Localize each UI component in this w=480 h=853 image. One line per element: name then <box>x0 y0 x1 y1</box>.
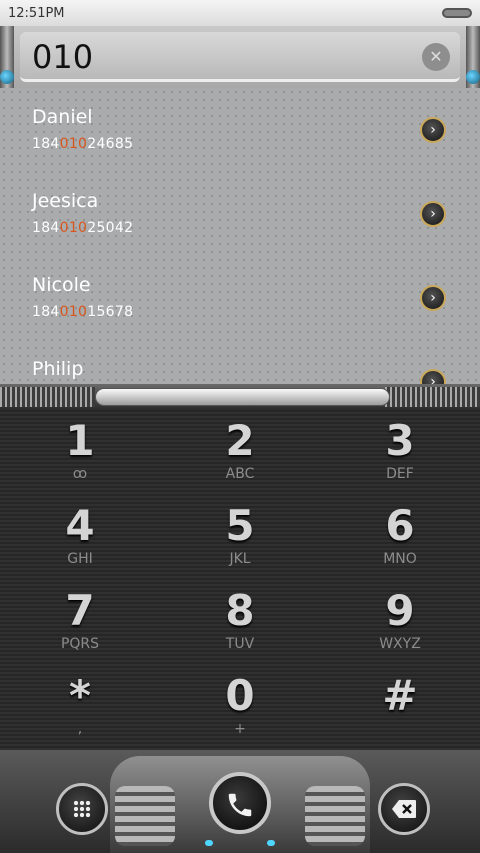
key-4[interactable]: 4 GHI <box>0 495 160 580</box>
contact-number: 18401025042 <box>32 220 134 236</box>
contact-number: 18401015678 <box>32 304 134 320</box>
key-letters: WXYZ <box>379 636 421 652</box>
contact-number: 18401024685 <box>32 136 134 152</box>
key-letters: MNO <box>383 551 417 567</box>
contact-row[interactable]: Philip › <box>0 340 480 384</box>
key-7[interactable]: 7 PQRS <box>0 580 160 665</box>
key-digit: 4 <box>65 501 95 550</box>
key-digit: 6 <box>385 501 415 550</box>
key-digit: 5 <box>225 501 255 550</box>
key-digit: 9 <box>385 586 415 635</box>
key-5[interactable]: 5 JKL <box>160 495 320 580</box>
contact-name: Nicole <box>32 274 91 296</box>
key-letters: PQRS <box>60 636 100 652</box>
dialpad-toggle-button[interactable] <box>56 783 108 835</box>
search-header: 010 ✕ <box>0 26 480 88</box>
key-1[interactable]: 1 ꝏ <box>0 410 160 495</box>
contact-row[interactable]: Nicole 18401015678 › <box>0 256 480 340</box>
divider-grille-right <box>385 387 480 407</box>
key-letters: + <box>234 721 246 737</box>
key-8[interactable]: 8 TUV <box>160 580 320 665</box>
header-knob-right <box>466 70 480 84</box>
backspace-button[interactable] <box>378 783 430 835</box>
clear-icon[interactable]: ✕ <box>422 43 450 71</box>
key-digit: 1 <box>65 416 95 465</box>
key-digit: * <box>69 671 91 720</box>
key-digit: 3 <box>385 416 415 465</box>
header-knob-left <box>0 70 14 84</box>
status-bar: 12:51PM <box>0 0 480 26</box>
key-9[interactable]: 9 WXYZ <box>320 580 480 665</box>
dialpad-grid-icon <box>73 800 91 818</box>
key-letters: GHI <box>67 551 93 567</box>
key-hash[interactable]: # <box>320 665 480 750</box>
keypad: 1 ꝏ 2 ABC 3 DEF 4 GHI 5 JKL 6 MNO 7 PQRS… <box>0 410 480 750</box>
status-led <box>205 840 213 846</box>
contact-list[interactable]: Daniel 18401024685 › Jeesica 18401025042… <box>0 88 480 384</box>
chevron-right-icon[interactable]: › <box>420 117 446 143</box>
key-digit: 7 <box>65 586 95 635</box>
pipes-right <box>305 786 365 846</box>
key-digit: 0 <box>225 671 255 720</box>
contact-name: Philip <box>32 358 84 380</box>
voicemail-icon: ꝏ <box>72 466 88 482</box>
status-time: 12:51PM <box>8 5 65 21</box>
pipes-left <box>115 786 175 846</box>
divider-grille-left <box>0 387 95 407</box>
battery-icon <box>442 8 472 18</box>
bottom-bar <box>0 750 480 853</box>
key-letters: ABC <box>225 466 255 482</box>
phone-icon <box>228 793 252 817</box>
list-keypad-divider <box>0 384 480 410</box>
key-digit: # <box>382 671 418 720</box>
key-letters: , <box>77 721 83 737</box>
chevron-right-icon[interactable]: › <box>420 285 446 311</box>
drag-handle[interactable] <box>95 388 390 406</box>
key-3[interactable]: 3 DEF <box>320 410 480 495</box>
contact-name: Daniel <box>32 106 93 128</box>
backspace-icon <box>392 800 416 818</box>
chevron-right-icon[interactable]: › <box>420 369 446 384</box>
key-6[interactable]: 6 MNO <box>320 495 480 580</box>
contact-row[interactable]: Jeesica 18401025042 › <box>0 172 480 256</box>
status-led <box>267 840 275 846</box>
key-letters: JKL <box>229 551 251 567</box>
key-2[interactable]: 2 ABC <box>160 410 320 495</box>
contact-row[interactable]: Daniel 18401024685 › <box>0 88 480 172</box>
chevron-right-icon[interactable]: › <box>420 201 446 227</box>
key-digit: 2 <box>225 416 255 465</box>
key-letters: DEF <box>386 466 414 482</box>
dial-input[interactable]: 010 ✕ <box>20 32 460 82</box>
key-letters: TUV <box>225 636 255 652</box>
dial-input-text: 010 <box>32 38 94 76</box>
key-star[interactable]: * , <box>0 665 160 750</box>
contact-name: Jeesica <box>32 190 99 212</box>
key-digit: 8 <box>225 586 255 635</box>
call-button[interactable] <box>209 772 271 834</box>
key-0[interactable]: 0 + <box>160 665 320 750</box>
